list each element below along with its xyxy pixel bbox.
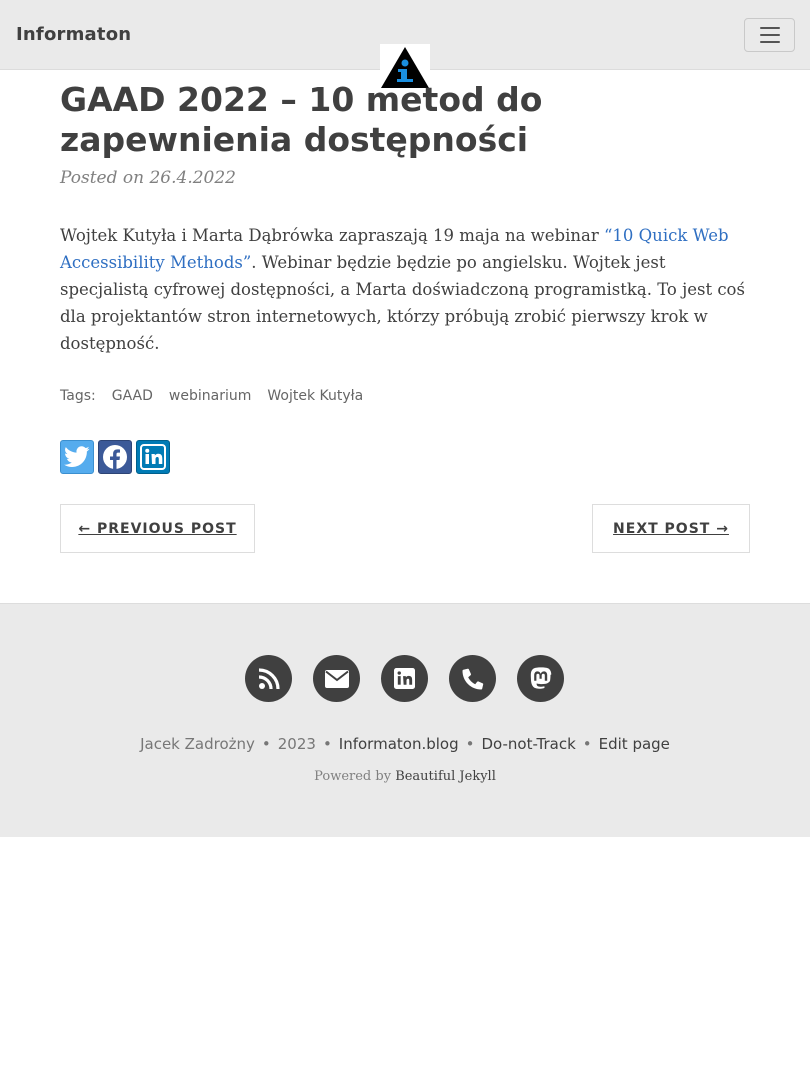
post-date: Posted on 26.4.2022 [60,168,236,188]
share-buttons [60,440,170,474]
share-facebook-button[interactable] [98,440,132,474]
social-links [245,655,564,702]
mastodon-link[interactable] [517,655,564,702]
share-twitter-button[interactable] [60,440,94,474]
linkedin-icon [394,668,415,689]
tag-link[interactable]: GAAD [112,388,153,404]
tag-link[interactable]: webinarium [169,388,251,404]
email-link[interactable] [313,655,360,702]
powered-by-label: Powered by [314,769,392,784]
next-post-button[interactable]: NEXT POST → [592,504,750,553]
footer: Jacek Zadrożny • 2023 • Informaton.blog • Do-n… [0,603,810,837]
separator: • [261,735,271,753]
linkedin-link[interactable] [381,655,428,702]
separator: • [322,735,332,753]
previous-post-button[interactable]: ← PREVIOUS POST [60,504,255,553]
facebook-icon [103,445,127,469]
footer-links: Jacek Zadrożny • 2023 • Informaton.blog • Do-n… [0,735,810,753]
hamburger-menu-icon [759,27,780,29]
post-body-text: Wojtek Kutyła i Marta Dąbrówka zapraszaj… [60,226,604,245]
linkedin-icon [140,444,166,470]
mastodon-icon [530,667,551,689]
hamburger-menu-icon [759,34,780,36]
copyright-year: 2023 [277,735,316,753]
hamburger-menu-icon [759,41,780,43]
post-body: Wojtek Kutyła i Marta Dąbrówka zapraszaj… [60,222,755,357]
post-title: GAAD 2022 – 10 metod do zapewnienia dost… [60,80,543,159]
powered-by: Powered by Beautiful Jekyll [0,769,810,784]
phone-link[interactable] [449,655,496,702]
beautiful-jekyll-link[interactable]: Beautiful Jekyll [395,769,496,784]
edit-page-link[interactable]: Edit page [599,735,670,753]
twitter-icon [64,446,90,467]
site-link[interactable]: Informaton.blog [339,735,459,753]
rss-link[interactable] [245,655,292,702]
tag-link[interactable]: Wojtek Kutyła [267,388,363,404]
envelope-icon [324,669,349,688]
brand-link[interactable]: Informaton [16,24,131,45]
separator: • [465,735,475,753]
share-linkedin-button[interactable] [136,440,170,474]
rss-icon [258,667,280,689]
menu-toggle-button[interactable] [744,18,795,52]
phone-icon [462,668,483,689]
separator: • [582,735,592,753]
tags-label: Tags: [60,388,96,404]
tags-list: Tags: GAAD webinarium Wojtek Kutyła [60,388,363,404]
author-name: Jacek Zadrożny [140,735,255,753]
do-not-track-link[interactable]: Do-not-Track [481,735,575,753]
